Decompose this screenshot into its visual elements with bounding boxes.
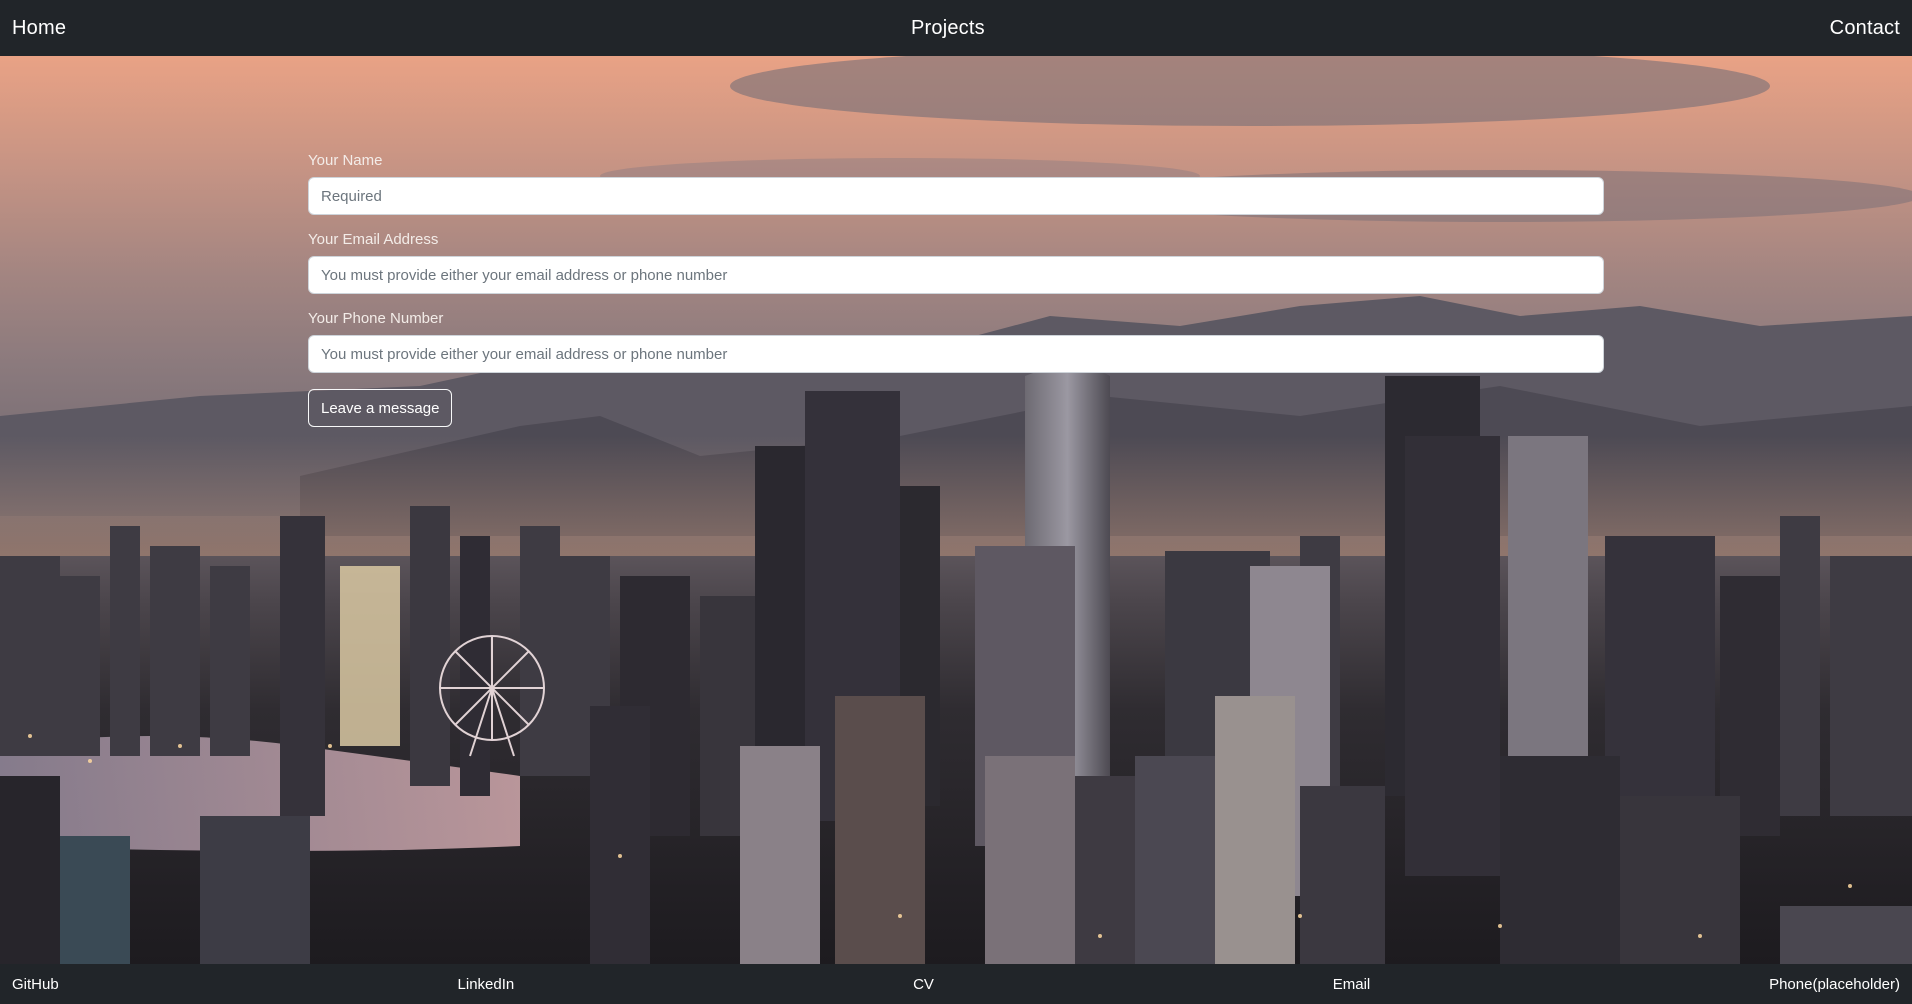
footer-github-link[interactable]: GitHub <box>12 976 59 993</box>
phone-field-group: Your Phone Number <box>308 310 1604 373</box>
nav-projects-link[interactable]: Projects <box>911 17 985 40</box>
hero-background: Your Name Your Email Address Your Phone … <box>0 56 1912 964</box>
phone-input[interactable] <box>308 335 1604 373</box>
footer-email-link[interactable]: Email <box>1333 976 1371 993</box>
footer-phone-link[interactable]: Phone(placeholder) <box>1769 976 1900 993</box>
name-input[interactable] <box>308 177 1604 215</box>
contact-form: Your Name Your Email Address Your Phone … <box>308 152 1604 427</box>
footer-cv-link[interactable]: CV <box>913 976 934 993</box>
name-field-group: Your Name <box>308 152 1604 215</box>
nav-home-link[interactable]: Home <box>12 17 66 40</box>
footer-bar: GitHub LinkedIn CV Email Phone(placehold… <box>0 964 1912 1004</box>
phone-label: Your Phone Number <box>308 310 444 327</box>
email-field-group: Your Email Address <box>308 231 1604 294</box>
nav-contact-link[interactable]: Contact <box>1830 17 1900 40</box>
footer-linkedin-link[interactable]: LinkedIn <box>458 976 515 993</box>
email-input[interactable] <box>308 256 1604 294</box>
leave-message-button[interactable]: Leave a message <box>308 389 453 427</box>
top-navbar: Home Projects Contact <box>0 0 1912 56</box>
name-label: Your Name <box>308 152 383 169</box>
email-label: Your Email Address <box>308 231 439 248</box>
